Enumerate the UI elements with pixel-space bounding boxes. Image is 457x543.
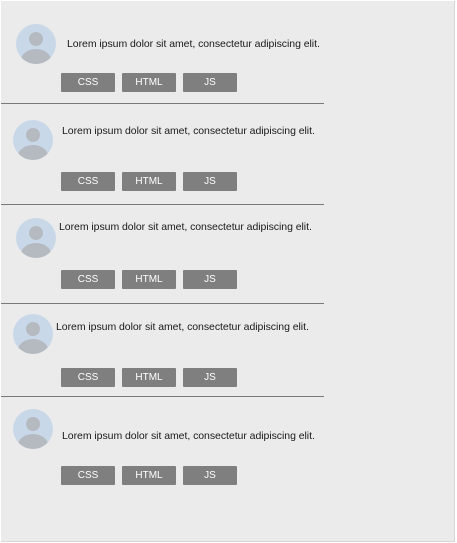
list-item: Lorem ipsum dolor sit amet, consectetur … xyxy=(1,205,324,304)
item-text: Lorem ipsum dolor sit amet, consectetur … xyxy=(67,38,320,50)
tag-html-button[interactable]: HTML xyxy=(122,466,176,485)
avatar-icon xyxy=(16,24,56,64)
item-text: Lorem ipsum dolor sit amet, consectetur … xyxy=(56,321,309,333)
avatar-icon xyxy=(13,409,53,449)
avatar-icon xyxy=(13,120,53,160)
tag-js-button[interactable]: JS xyxy=(183,172,237,191)
list-item: Lorem ipsum dolor sit amet, consectetur … xyxy=(1,1,324,104)
list-item: Lorem ipsum dolor sit amet, consectetur … xyxy=(1,104,324,205)
tag-group: CSS HTML JS xyxy=(61,172,237,191)
tag-html-button[interactable]: HTML xyxy=(122,172,176,191)
tag-css-button[interactable]: CSS xyxy=(61,270,115,289)
avatar-icon xyxy=(16,218,56,258)
tag-group: CSS HTML JS xyxy=(61,73,237,92)
tag-css-button[interactable]: CSS xyxy=(61,172,115,191)
list-panel: Lorem ipsum dolor sit amet, consectetur … xyxy=(1,1,455,542)
list-item: Lorem ipsum dolor sit amet, consectetur … xyxy=(1,397,324,497)
tag-group: CSS HTML JS xyxy=(61,368,237,387)
tag-html-button[interactable]: HTML xyxy=(122,270,176,289)
tag-html-button[interactable]: HTML xyxy=(122,368,176,387)
tag-js-button[interactable]: JS xyxy=(183,73,237,92)
item-text: Lorem ipsum dolor sit amet, consectetur … xyxy=(62,125,315,137)
tag-group: CSS HTML JS xyxy=(61,466,237,485)
tag-css-button[interactable]: CSS xyxy=(61,466,115,485)
tag-js-button[interactable]: JS xyxy=(183,466,237,485)
item-text: Lorem ipsum dolor sit amet, consectetur … xyxy=(59,221,312,233)
list-item: Lorem ipsum dolor sit amet, consectetur … xyxy=(1,304,324,397)
tag-group: CSS HTML JS xyxy=(61,270,237,289)
avatar-icon xyxy=(13,314,53,354)
tag-css-button[interactable]: CSS xyxy=(61,73,115,92)
tag-js-button[interactable]: JS xyxy=(183,368,237,387)
item-text: Lorem ipsum dolor sit amet, consectetur … xyxy=(62,430,315,442)
tag-css-button[interactable]: CSS xyxy=(61,368,115,387)
tag-js-button[interactable]: JS xyxy=(183,270,237,289)
tag-html-button[interactable]: HTML xyxy=(122,73,176,92)
